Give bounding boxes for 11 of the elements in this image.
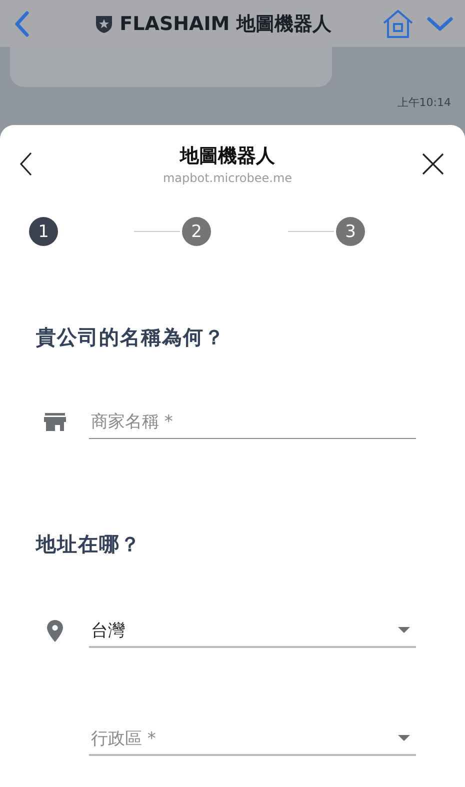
chat-title: FLASHAIM 地圖機器人	[120, 12, 332, 36]
step-indicator: 1	[29, 217, 58, 246]
message-time: 上午10:14	[397, 95, 451, 110]
step-indicator: 3	[336, 217, 365, 246]
step-indicator: 2	[182, 217, 211, 246]
sheet-title: 地圖機器人	[180, 144, 275, 169]
question-heading: 貴公司的名稱為何？	[36, 324, 226, 351]
dropdown-field[interactable]: 台灣	[89, 614, 416, 648]
site-url: mapbot.microbee.me	[162, 171, 292, 185]
input-field[interactable]: 商家名稱 *	[89, 405, 416, 439]
question-heading: 地址在哪？	[36, 531, 142, 558]
